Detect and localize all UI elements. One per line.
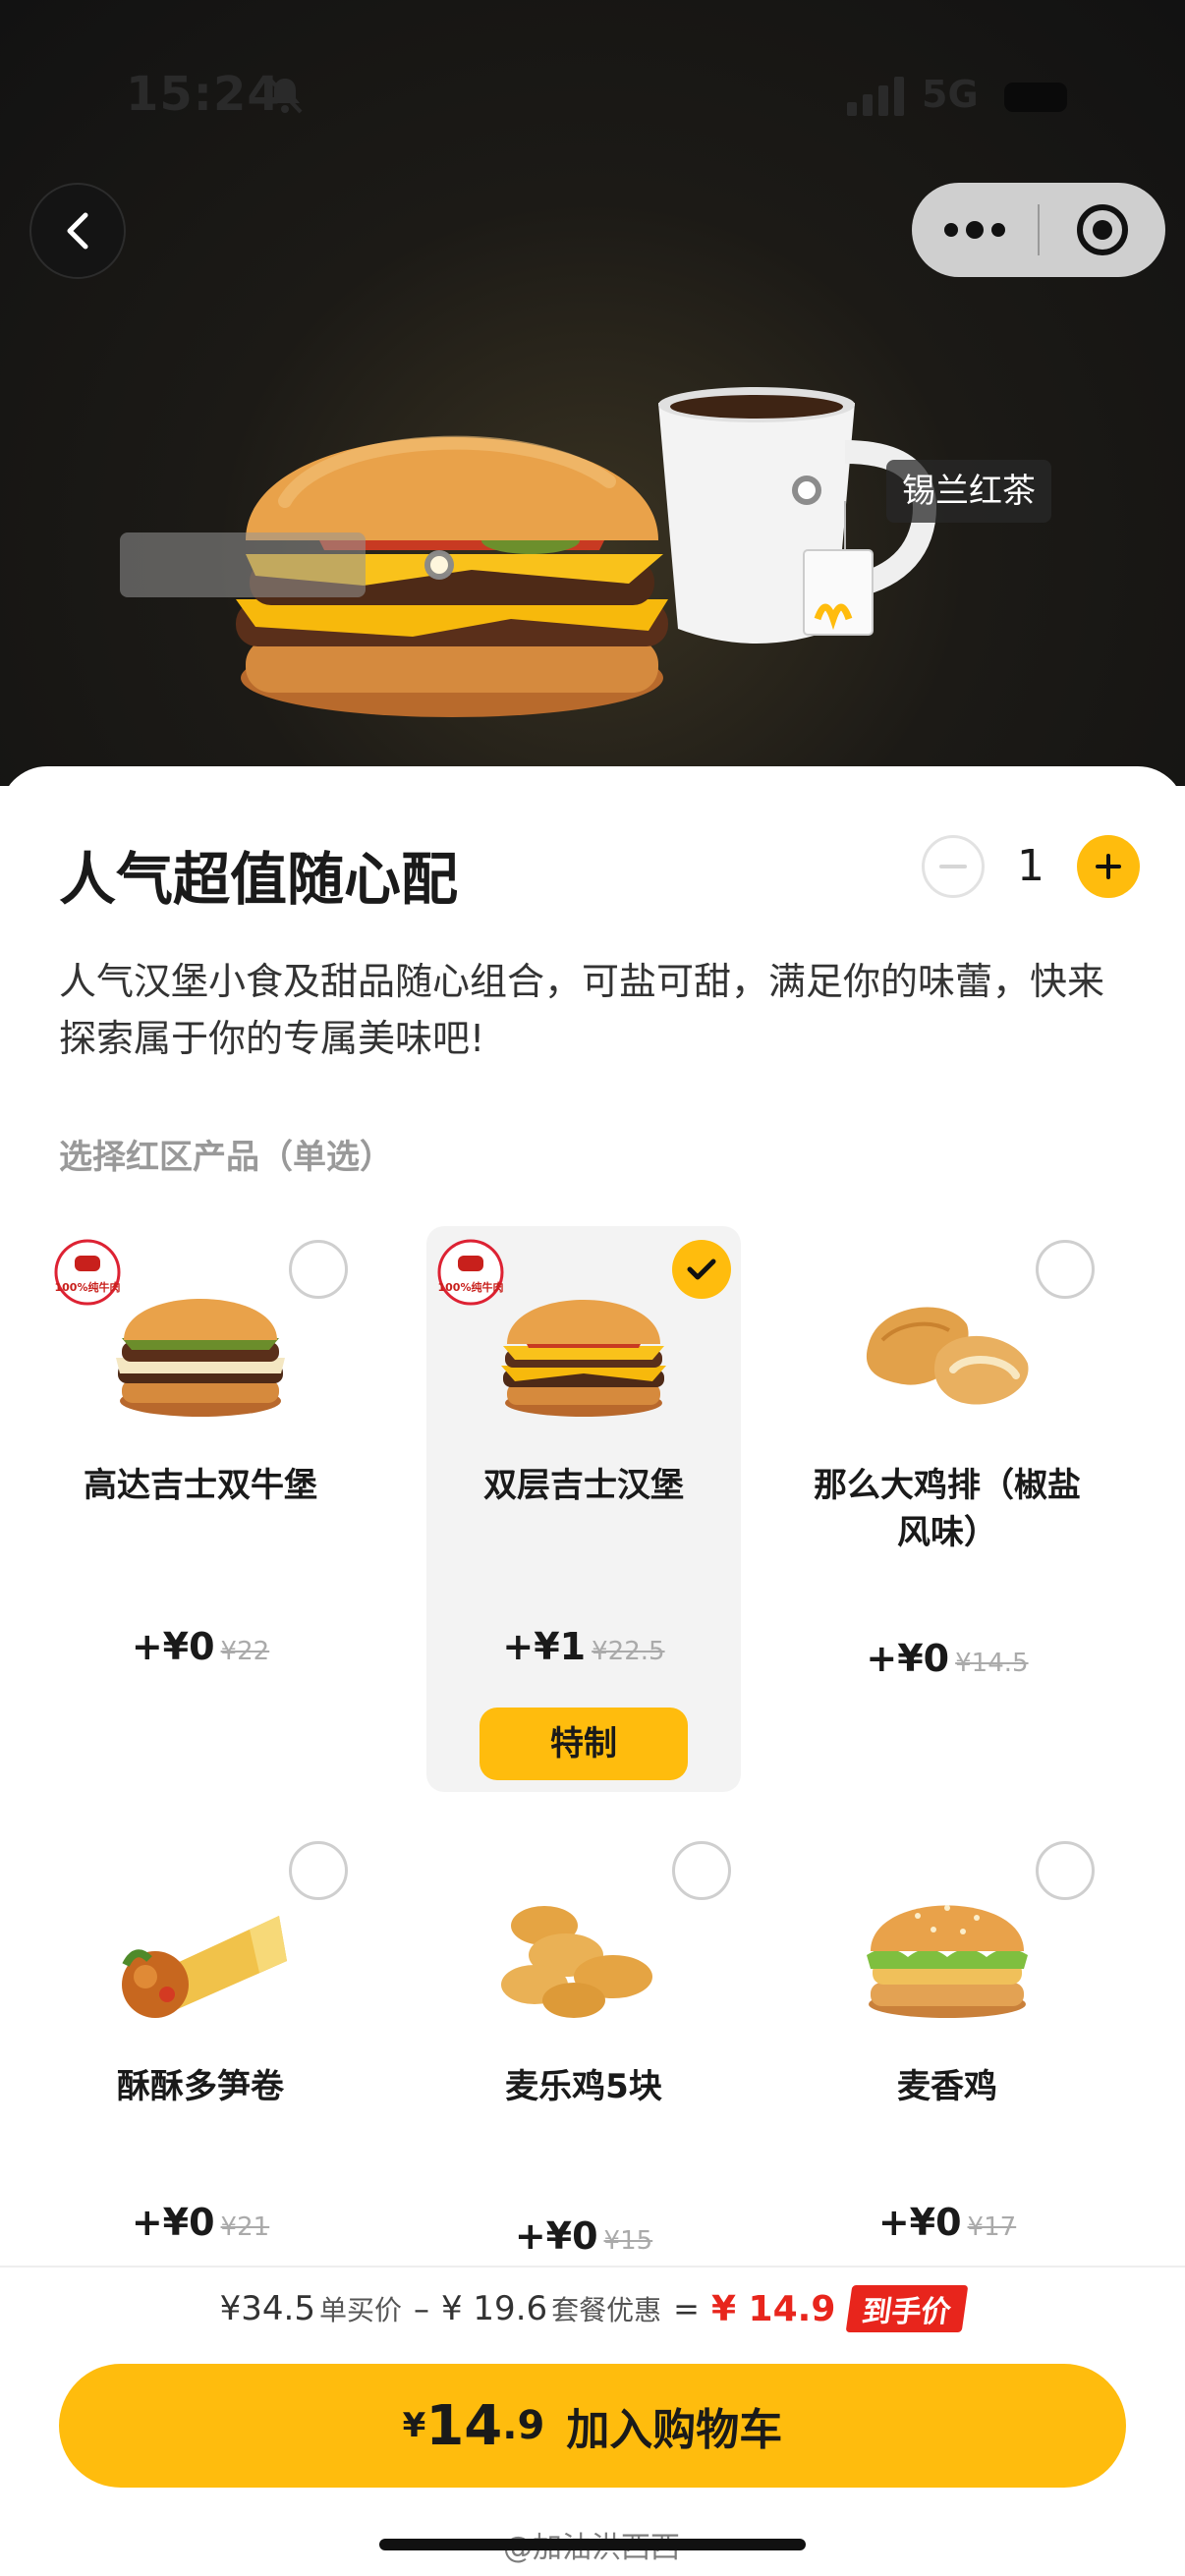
single-price: ¥34.5 (219, 2289, 315, 2328)
option-price-original: ¥21 (220, 2212, 270, 2242)
option-radio[interactable] (289, 1841, 348, 1900)
option-radio[interactable] (1036, 1841, 1095, 1900)
equals-sign: = (673, 2290, 700, 2327)
quantity-value: 1 (1017, 841, 1044, 891)
option-price-now: +¥0 (131, 2201, 215, 2244)
single-price-label: 单买价 (318, 2294, 402, 2326)
option-price: +¥0 ¥17 (790, 2201, 1104, 2244)
option-name: 酥酥多笋卷 (117, 2067, 284, 2106)
home-indicator[interactable] (379, 2539, 806, 2550)
option-radio[interactable] (289, 1240, 348, 1299)
option-price: +¥1 ¥22.5 (426, 1625, 741, 1668)
cart-label: 加入购物车 (566, 2405, 783, 2455)
more-button[interactable] (912, 183, 1038, 277)
option-card[interactable]: 酥酥多笋卷 +¥0 ¥21 (43, 1827, 358, 2244)
final-price: ¥ 14.9 (710, 2288, 836, 2329)
option-price: +¥0 ¥15 (426, 2214, 741, 2258)
option-name: 那么大鸡排（椒盐风味） (814, 1466, 1081, 1552)
wrap-icon (122, 1916, 287, 2018)
plus-icon (1096, 854, 1121, 879)
double-beef-burger-icon (116, 1299, 285, 1417)
option-name: 双层吉士汉堡 (483, 1466, 684, 1505)
miniprogram-capsule (912, 183, 1165, 277)
close-miniprogram-button[interactable] (1040, 183, 1165, 277)
hero-tag-label[interactable]: 锡兰红茶 (886, 460, 1051, 523)
cart-price-dec: .9 (502, 2403, 545, 2448)
discount-label: 套餐优惠 (551, 2294, 662, 2326)
option-price: +¥0 ¥21 (43, 2201, 358, 2244)
option-card[interactable]: 100%纯牛肉 高达吉士双牛堡 +¥0 ¥22 (43, 1226, 358, 1776)
hotspot-dot[interactable] (792, 476, 821, 505)
product-title: 人气超值随心配 (59, 846, 459, 913)
product-description: 人气汉堡小食及甜品随心组合，可盐可甜，满足你的味蕾，快来探索属于你的专属美味吧! (59, 960, 1105, 1060)
svg-text:100%纯牛肉: 100%纯牛肉 (55, 1280, 121, 1294)
option-price-now: +¥1 (502, 1625, 587, 1668)
chicken-cutlet-icon (866, 1307, 1029, 1405)
hotspot-dot[interactable] (424, 550, 454, 580)
option-radio[interactable] (672, 1841, 731, 1900)
customize-button[interactable]: 特制 (480, 1708, 688, 1780)
minus-sign: – (413, 2290, 429, 2327)
double-cheeseburger-icon (501, 1300, 666, 1417)
option-price-original: ¥22.5 (592, 1637, 665, 1666)
option-price: +¥0 ¥22 (43, 1625, 358, 1668)
option-radio[interactable] (1036, 1240, 1095, 1299)
hero-banner: 15:24 5G 锡兰红茶 (0, 0, 1185, 786)
option-name: 高达吉士双牛堡 (84, 1466, 317, 1505)
chevron-left-icon (67, 212, 88, 250)
svg-text:100%纯牛肉: 100%纯牛肉 (438, 1280, 504, 1294)
add-to-cart-button[interactable]: ¥ 14 .9 加入购物车 (59, 2364, 1126, 2488)
checkmark-icon (687, 1259, 716, 1280)
option-price-original: ¥22 (220, 1637, 270, 1666)
battery-icon (1004, 83, 1067, 112)
signal-icon (847, 77, 904, 116)
discount-amount: ¥ 19.6 (440, 2289, 548, 2328)
option-price-now: +¥0 (877, 2201, 962, 2244)
increase-quantity-button[interactable] (1077, 835, 1140, 898)
option-card[interactable]: 麦乐鸡5块 +¥0 ¥15 (426, 1827, 741, 2258)
option-name: 麦乐鸡5块 (505, 2067, 662, 2106)
option-card[interactable]: 那么大鸡排（椒盐风味） +¥0 ¥14.5 (790, 1226, 1104, 1776)
option-name: 麦香鸡 (897, 2067, 997, 2106)
target-close-icon (1077, 204, 1128, 255)
more-dots-icon (944, 221, 1005, 239)
status-time: 15:24 (126, 67, 281, 122)
back-button[interactable] (29, 183, 126, 279)
network-label: 5G (922, 73, 979, 116)
status-bar: 15:24 5G (0, 0, 1185, 196)
option-price: +¥0 ¥14.5 (790, 1637, 1104, 1680)
option-card[interactable]: 100%纯牛肉 双层吉士汉堡 +¥1 ¥22.5 特制 (426, 1226, 741, 1792)
option-price-now: +¥0 (514, 2214, 598, 2258)
decrease-quantity-button[interactable] (922, 835, 985, 898)
option-price-now: +¥0 (131, 1625, 215, 1668)
option-price-now: +¥0 (866, 1637, 950, 1680)
section-label: 选择红区产品（单选） (59, 1138, 393, 1177)
option-price-original: ¥14.5 (955, 1649, 1029, 1678)
price-summary: ¥34.5 单买价 – ¥ 19.6 套餐优惠 = ¥ 14.9 到手价 (0, 2281, 1185, 2336)
cart-currency: ¥ (402, 2406, 426, 2445)
blurred-tag (120, 532, 366, 597)
final-price-tag: 到手价 (846, 2285, 969, 2332)
chicken-burger-icon (867, 1905, 1028, 2018)
option-card[interactable]: 麦香鸡 +¥0 ¥17 (790, 1827, 1104, 2244)
cart-price-int: 14 (425, 2393, 503, 2458)
minus-icon (939, 865, 967, 868)
nuggets-icon (501, 1906, 652, 2018)
mute-bell-icon (267, 77, 303, 114)
hero-tea-mug-icon (658, 387, 936, 644)
option-price-original: ¥17 (967, 2212, 1017, 2242)
option-price-original: ¥15 (603, 2226, 653, 2256)
option-radio-checked[interactable] (672, 1240, 731, 1299)
